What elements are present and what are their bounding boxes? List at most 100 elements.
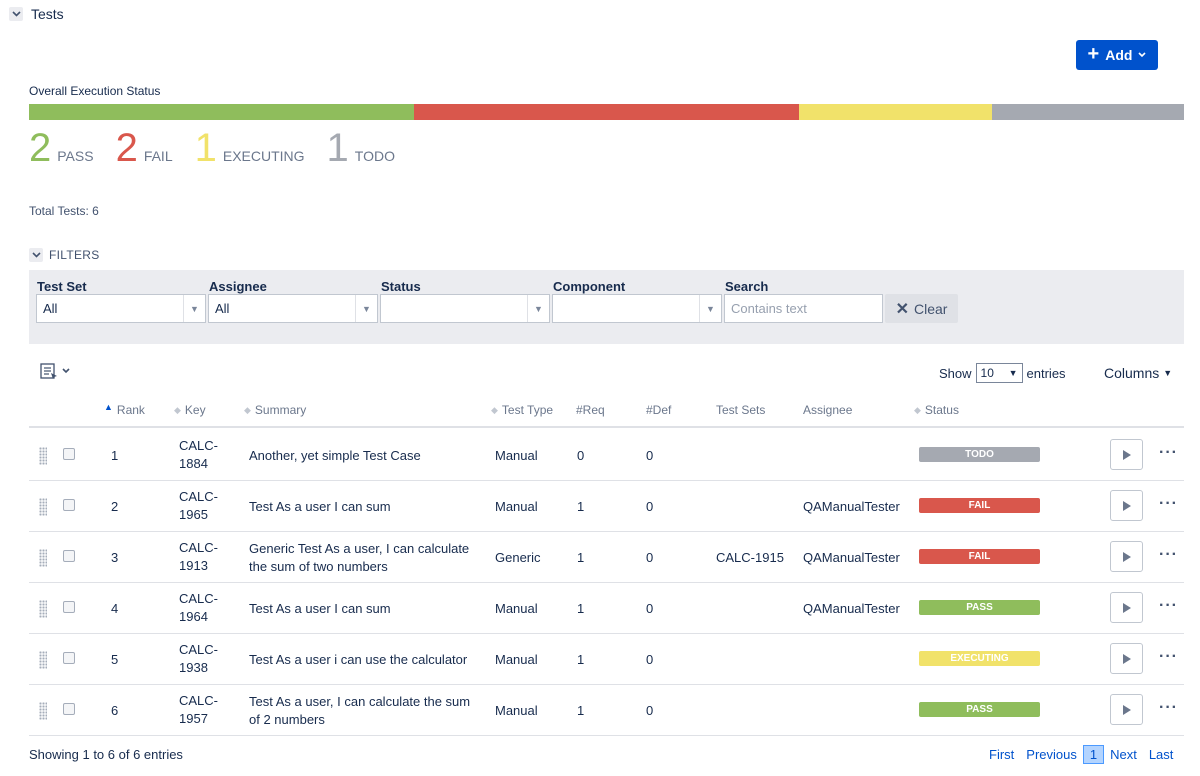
key-link[interactable]: CALC- 1938 bbox=[179, 641, 218, 677]
count-number: 1 bbox=[326, 126, 349, 170]
filter-label: Test Set bbox=[37, 279, 87, 294]
clear-filters-button[interactable]: ✕ Clear bbox=[885, 294, 958, 323]
req-cell[interactable]: 1 bbox=[577, 498, 584, 516]
pagination-first[interactable]: First bbox=[983, 747, 1020, 762]
req-cell[interactable]: 0 bbox=[577, 447, 584, 465]
status-select[interactable]: ▼ bbox=[380, 294, 550, 323]
test-set-select[interactable]: All ▼ bbox=[36, 294, 206, 323]
drag-handle-icon[interactable] bbox=[39, 447, 47, 465]
test-type-cell: Manual bbox=[495, 652, 538, 667]
count-label: TODO bbox=[354, 148, 395, 164]
column-header-rank[interactable]: ▲ Rank bbox=[104, 402, 145, 417]
assignee-select[interactable]: All ▼ bbox=[208, 294, 378, 323]
column-header-summary[interactable]: ◆ Summary bbox=[244, 403, 306, 417]
count-pass: 2 PASS bbox=[29, 128, 94, 168]
filters-toggle[interactable]: FILTERS bbox=[29, 248, 100, 262]
key-link[interactable]: CALC- 1913 bbox=[179, 539, 218, 575]
more-actions-icon[interactable]: ··· bbox=[1159, 648, 1178, 666]
drag-handle-icon[interactable] bbox=[39, 600, 47, 618]
row-checkbox[interactable] bbox=[63, 703, 75, 715]
pagination-last[interactable]: Last bbox=[1143, 747, 1180, 762]
key-line: CALC- bbox=[179, 591, 219, 606]
req-cell[interactable]: 1 bbox=[577, 600, 584, 618]
plus-icon: + bbox=[1087, 43, 1100, 65]
key-link[interactable]: CALC- 1957 bbox=[179, 692, 218, 728]
summary-link[interactable]: Test As a user I can sum bbox=[249, 600, 489, 618]
component-select[interactable]: ▼ bbox=[552, 294, 722, 323]
row-checkbox[interactable] bbox=[63, 448, 75, 460]
column-header-test-sets[interactable]: Test Sets bbox=[716, 403, 765, 417]
row-checkbox[interactable] bbox=[63, 499, 75, 511]
collapse-section-button[interactable] bbox=[9, 7, 23, 21]
chevron-down-icon bbox=[11, 11, 21, 17]
test-type-cell: Manual bbox=[495, 448, 538, 463]
column-view-menu[interactable] bbox=[40, 363, 70, 379]
assignee-link[interactable]: QAManualTester bbox=[803, 600, 900, 618]
row-checkbox[interactable] bbox=[63, 652, 75, 664]
execute-test-button[interactable] bbox=[1110, 490, 1143, 521]
column-header-label: #Def bbox=[646, 403, 672, 417]
execute-test-button[interactable] bbox=[1110, 643, 1143, 674]
drag-handle-icon[interactable] bbox=[39, 702, 47, 720]
more-actions-icon[interactable]: ··· bbox=[1159, 546, 1178, 564]
key-link[interactable]: CALC- 1965 bbox=[179, 488, 218, 524]
req-cell[interactable]: 1 bbox=[577, 651, 584, 669]
status-badge: PASS bbox=[919, 702, 1040, 717]
more-actions-icon[interactable]: ··· bbox=[1159, 444, 1178, 462]
filters-panel: Test Set All ▼ Assignee All ▼ Status ▼ C… bbox=[29, 270, 1184, 344]
play-icon bbox=[1122, 704, 1131, 715]
test-type-cell: Manual bbox=[495, 703, 538, 718]
column-header-status[interactable]: ◆ Status bbox=[914, 403, 959, 417]
row-checkbox[interactable] bbox=[63, 601, 75, 613]
search-input[interactable] bbox=[724, 294, 883, 323]
count-label: EXECUTING bbox=[222, 148, 305, 164]
def-cell: 0 bbox=[646, 448, 654, 463]
summary-link[interactable]: Generic Test As a user, I can calculate … bbox=[249, 540, 489, 576]
execute-test-button[interactable] bbox=[1110, 439, 1143, 470]
add-button[interactable]: + Add bbox=[1076, 40, 1158, 70]
test-type-cell: Generic bbox=[495, 550, 541, 565]
assignee-link[interactable]: QAManualTester bbox=[803, 549, 900, 567]
key-link[interactable]: CALC- 1964 bbox=[179, 590, 218, 626]
req-cell[interactable]: 1 bbox=[577, 549, 584, 567]
table-row: 6 CALC- 1957 Test As a user, I can calcu… bbox=[29, 685, 1184, 736]
summary-link[interactable]: Another, yet simple Test Case bbox=[249, 447, 489, 465]
drag-handle-icon[interactable] bbox=[39, 651, 47, 669]
status-bar-segment-todo bbox=[991, 104, 1184, 120]
entries-select[interactable]: 10 ▼ bbox=[975, 363, 1023, 383]
pagination-next[interactable]: Next bbox=[1104, 747, 1143, 762]
more-actions-icon[interactable]: ··· bbox=[1159, 495, 1178, 513]
assignee-link[interactable]: QAManualTester bbox=[803, 498, 900, 516]
section-header: Tests bbox=[9, 6, 64, 22]
columns-label: Columns bbox=[1104, 365, 1160, 381]
column-header-assignee[interactable]: Assignee bbox=[803, 403, 852, 417]
execute-test-button[interactable] bbox=[1110, 592, 1143, 623]
table-row: 1 CALC- 1884 Another, yet simple Test Ca… bbox=[29, 430, 1184, 481]
drag-handle-icon[interactable] bbox=[39, 498, 47, 516]
drag-handle-icon[interactable] bbox=[39, 549, 47, 567]
column-header-label: Rank bbox=[116, 403, 145, 417]
more-actions-icon[interactable]: ··· bbox=[1159, 699, 1178, 717]
execute-test-button[interactable] bbox=[1110, 694, 1143, 725]
req-cell[interactable]: 1 bbox=[577, 702, 584, 720]
test-set-link[interactable]: CALC-1915 bbox=[716, 549, 784, 567]
more-actions-icon[interactable]: ··· bbox=[1159, 597, 1178, 615]
key-link[interactable]: CALC- 1884 bbox=[179, 437, 218, 473]
row-checkbox[interactable] bbox=[63, 550, 75, 562]
filter-label: Assignee bbox=[209, 279, 267, 294]
summary-link[interactable]: Test As a user, I can calculate the sum … bbox=[249, 693, 489, 729]
status-counts: 2 PASS 2 FAIL 1 EXECUTING 1 TODO bbox=[29, 128, 417, 168]
column-header-def[interactable]: #Def bbox=[646, 403, 671, 417]
pagination-previous[interactable]: Previous bbox=[1020, 747, 1083, 762]
pagination-page-1[interactable]: 1 bbox=[1082, 745, 1105, 764]
play-icon bbox=[1122, 602, 1131, 613]
columns-button[interactable]: Columns ▼ bbox=[1104, 365, 1172, 381]
caret-down-icon: ▼ bbox=[1163, 368, 1173, 378]
column-header-test-type[interactable]: ◆ Test Type bbox=[491, 403, 553, 417]
summary-link[interactable]: Test As a user i can use the calculator bbox=[249, 651, 489, 669]
execute-test-button[interactable] bbox=[1110, 541, 1143, 572]
add-button-label: Add bbox=[1105, 47, 1133, 63]
column-header-req[interactable]: #Req bbox=[576, 403, 605, 417]
summary-link[interactable]: Test As a user I can sum bbox=[249, 498, 489, 516]
column-header-key[interactable]: ◆ Key bbox=[174, 403, 206, 417]
